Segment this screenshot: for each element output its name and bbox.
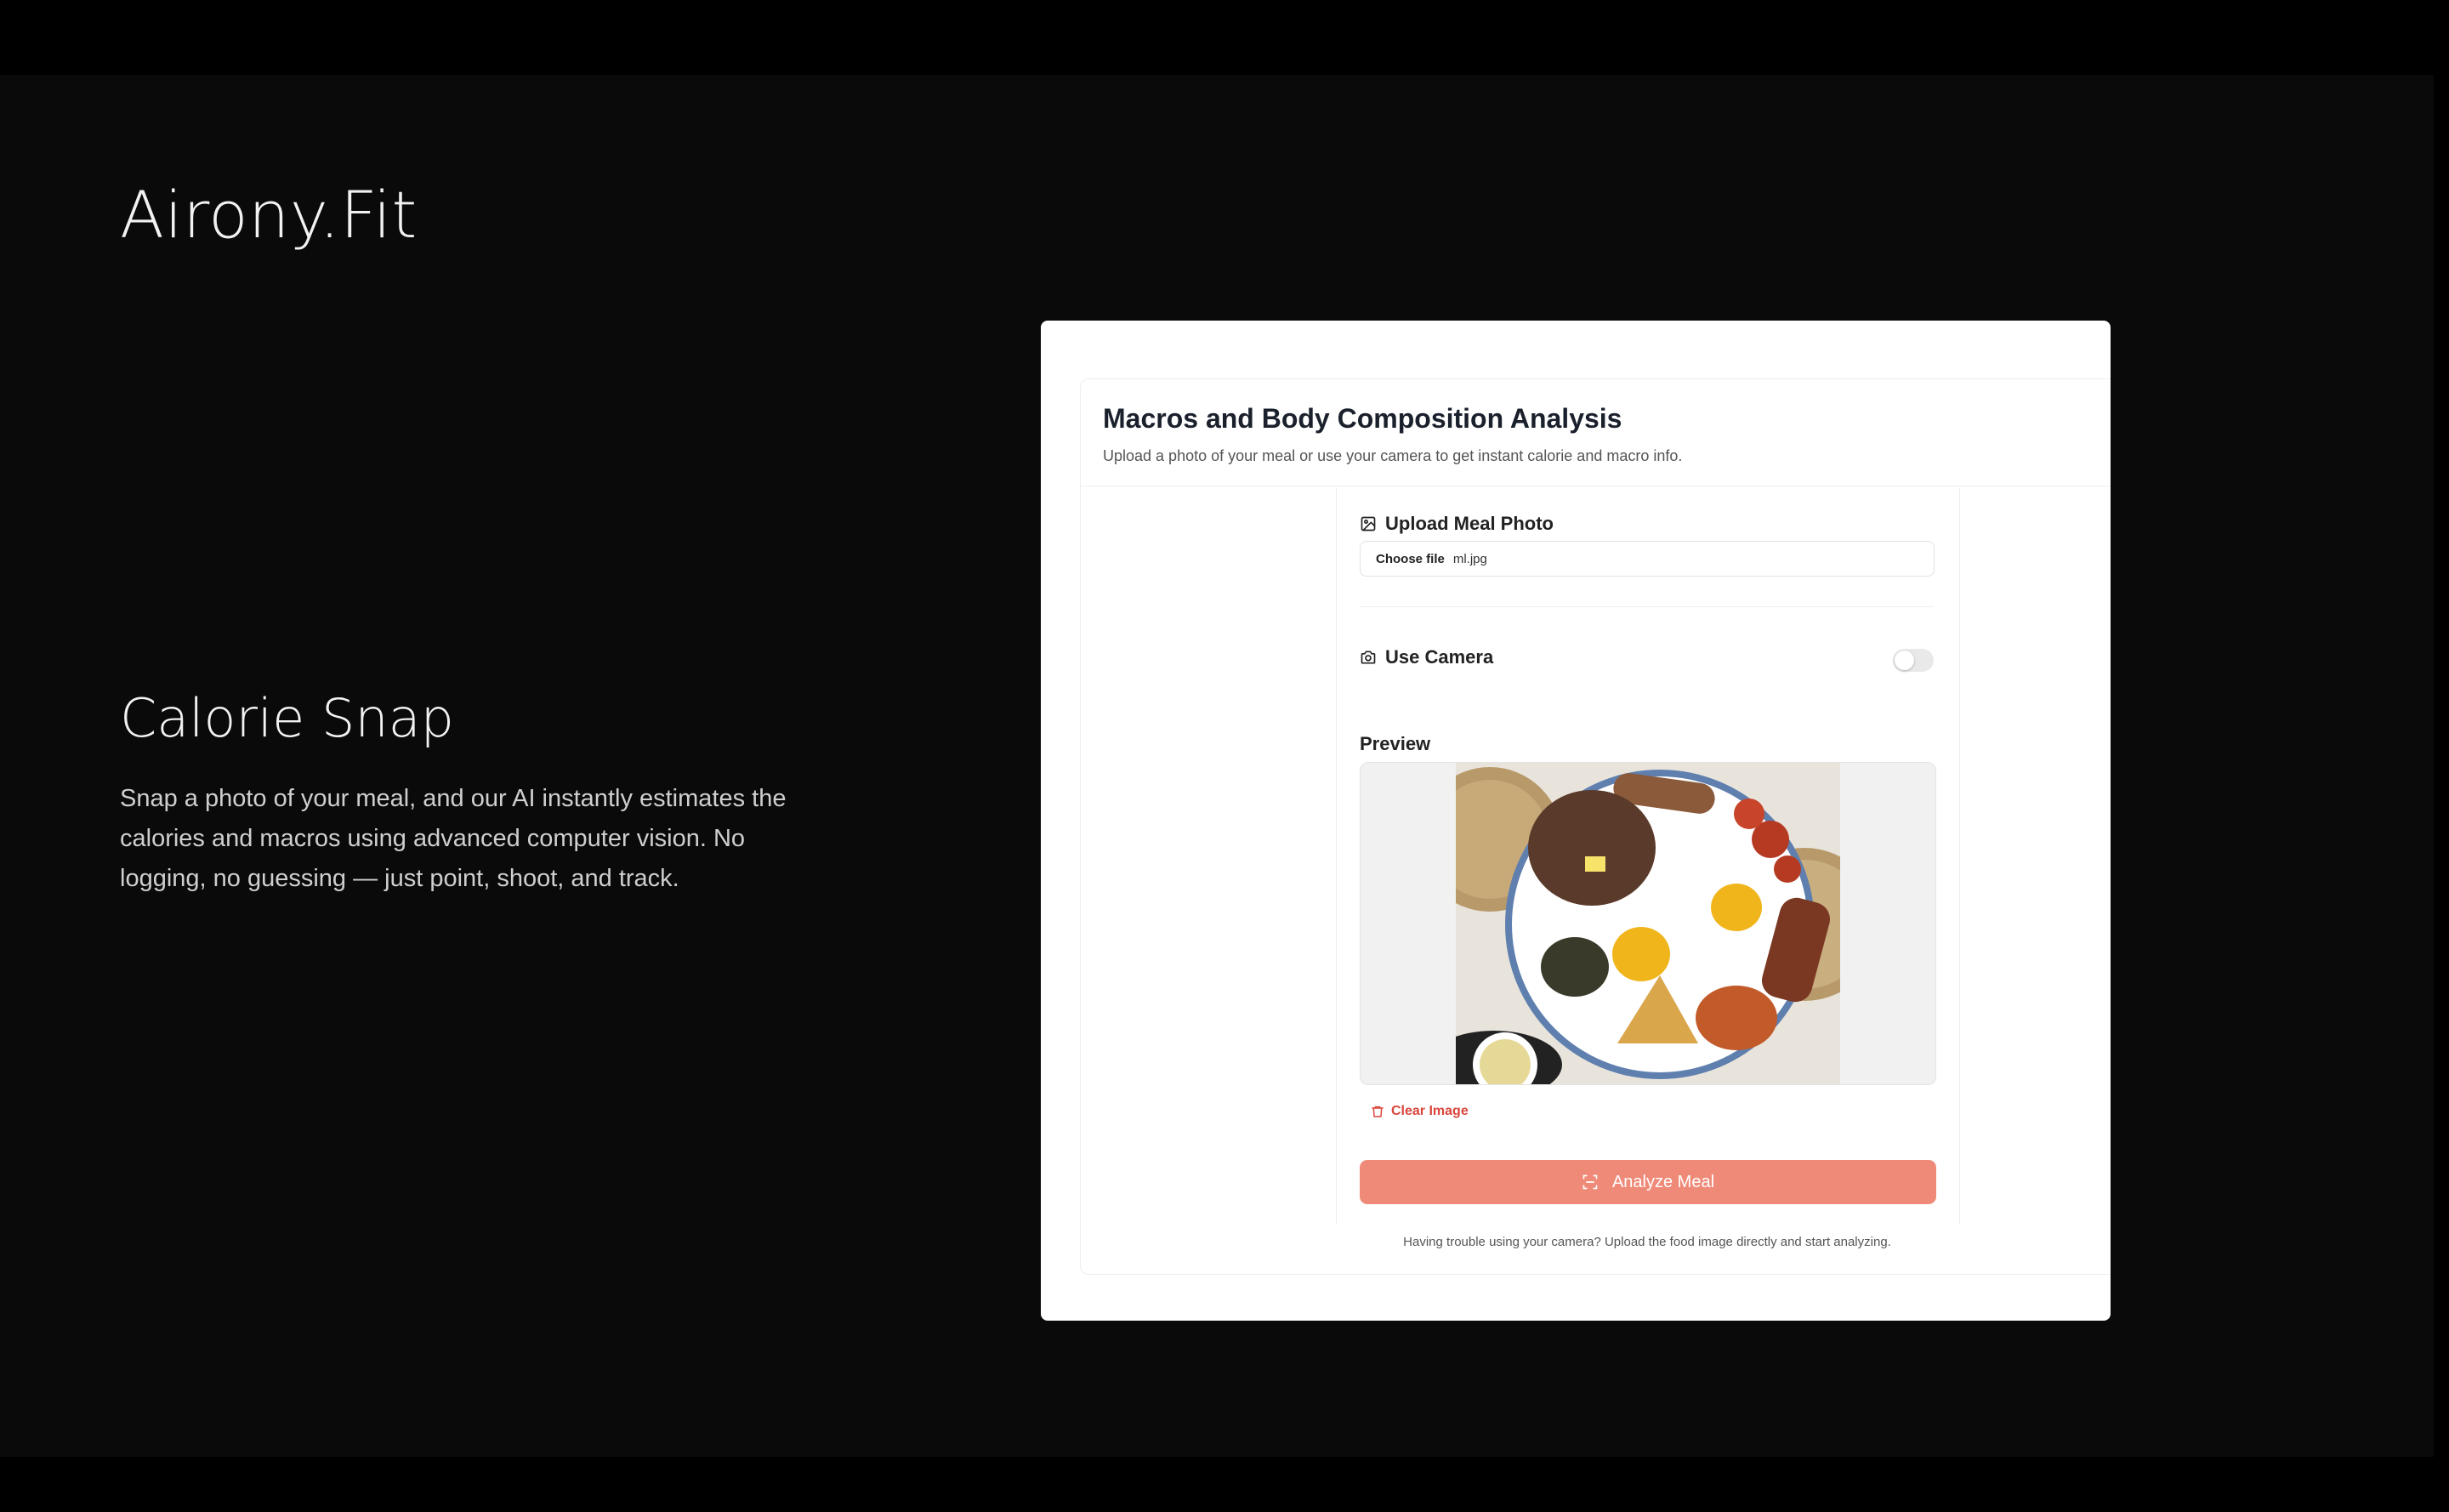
upload-section-label: Upload Meal Photo [1360,513,1554,535]
clear-image-button[interactable]: Clear Image [1371,1104,1469,1119]
brand-logo: Airony.Fit [120,177,418,253]
camera-toggle[interactable] [1893,649,1934,672]
card-header: Macros and Body Composition Analysis Upl… [1081,379,2111,486]
clear-image-label: Clear Image [1391,1104,1469,1118]
upload-label-text: Upload Meal Photo [1385,513,1554,534]
feature-title: Calorie Snap [120,687,455,749]
feature-description: Snap a photo of your meal, and our AI in… [120,785,787,892]
app-window: Macros and Body Composition Analysis Upl… [1041,321,2111,1321]
preview-title: Preview [1360,733,1431,754]
landing-section: Airony.Fit Calorie Snap Snap a photo of … [0,75,2434,1457]
toggle-knob [1895,651,1914,670]
page-title: Macros and Body Composition Analysis [1103,403,1622,434]
trash-icon [1372,1106,1384,1117]
file-name: ml.jpg [1452,551,1487,566]
camera-help-text: Having trouble using your camera? Upload… [1403,1235,1891,1249]
analyze-meal-label: Analyze Meal [1611,1172,1715,1191]
preview-box [1360,762,1936,1085]
analyze-meal-button[interactable]: Analyze Meal [1360,1160,1936,1204]
meal-photo [1456,763,1840,1084]
upload-panel: Upload Meal Photo Choose file ml.jpg Use… [1336,488,1960,1224]
camera-label-text: Use Camera [1385,646,1494,668]
analysis-card: Macros and Body Composition Analysis Upl… [1080,378,2111,1275]
camera-icon [1361,651,1376,664]
image-icon [1361,516,1376,531]
divider [1360,606,1935,607]
scan-icon [1582,1174,1598,1190]
camera-section-label: Use Camera [1360,646,1493,668]
choose-file-button[interactable]: Choose file [1376,552,1445,566]
page-subtitle: Upload a photo of your meal or use your … [1103,447,1683,464]
file-input[interactable]: Choose file ml.jpg [1360,541,1935,577]
